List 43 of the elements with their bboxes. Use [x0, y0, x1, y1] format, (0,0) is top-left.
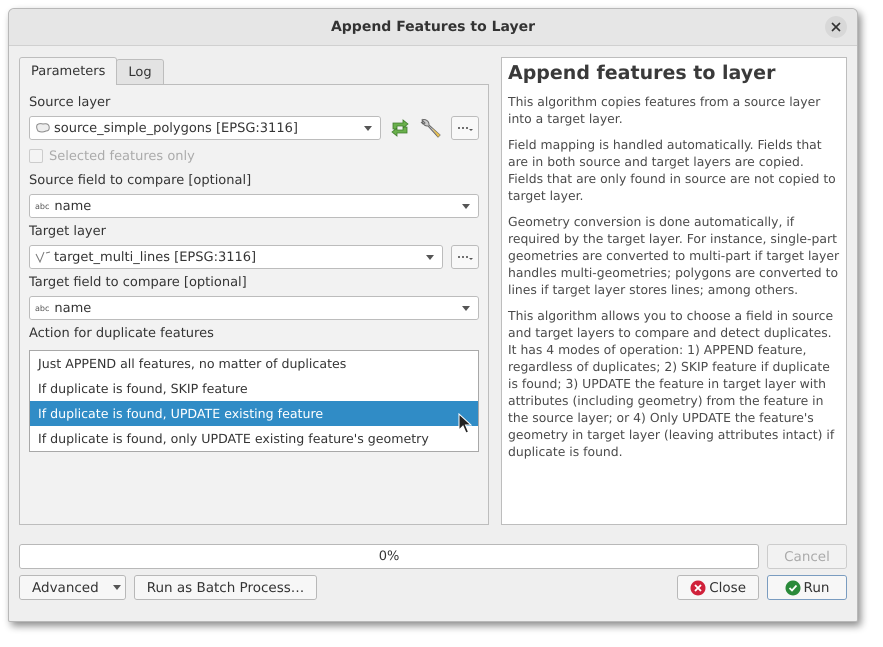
help-paragraph: Geometry conversion is done automatically, if required by the target layer. For instance, single-part geometries are converted to multi-part if target layer handles multi-geometries; polygons are converted to lines if target layer stores lines; among others. — [508, 213, 840, 298]
dropdown-option[interactable]: If duplicate is found, UPDATE existing feature — [30, 401, 478, 426]
caret-icon — [112, 585, 121, 590]
field-dropdown[interactable]: abc name — [29, 296, 479, 320]
caret-icon — [426, 254, 434, 260]
help-paragraph: This algorithm copies features from a source layer into a target layer. — [508, 93, 822, 127]
field-label: Source layer — [29, 94, 112, 112]
wrench-icon[interactable] — [419, 116, 443, 140]
field-label: Target layer — [29, 223, 107, 241]
close-icon — [831, 22, 841, 32]
ellipsis-icon — [456, 124, 474, 132]
iterate-icon[interactable] — [389, 118, 411, 138]
help-paragraph: This algorithm allows you to choose a field in source and target layers to compare and detect duplicates. It has 4 modes of operation: 1) APPEND feature, regardless of duplicates; 2) SKIP feature if duplicate is found; 3) UPDATE the feature in target layer with attributes (including geometry) from the feature in the source layer; or 4) Only UPDATE the feature's geometry in target layer (leaving attributes intact) if duplicate is found. — [508, 307, 836, 460]
caret-icon — [462, 204, 470, 208]
help-paragraph: Field mapping is handled automatically. Fields that are in both source and target layers are copied. Fields that are only found in source are not copied to target layer. — [508, 136, 837, 204]
caret-icon — [364, 126, 372, 130]
checkmark-icon — [784, 580, 801, 596]
batch-button[interactable]: Run as Batch Process… — [134, 575, 318, 600]
close-button[interactable]: Close — [677, 575, 759, 600]
progress-text: 0% — [378, 549, 400, 564]
dropdown-option[interactable]: If duplicate is found, only UPDATE existing feature's geometry — [30, 426, 478, 451]
checkbox-label: Selected features only — [49, 148, 195, 164]
field-label: Source field to compare [optional] — [29, 172, 252, 190]
close-icon — [690, 580, 706, 596]
layer-dropdown[interactable]: source_simple_polygons [EPSG:3116] — [29, 116, 381, 140]
ellipsis-icon — [456, 253, 474, 261]
tab[interactable]: Parameters — [19, 57, 118, 85]
mouse-pointer-icon — [458, 413, 472, 435]
dropdown-option[interactable]: If duplicate is found, SKIP feature — [30, 376, 478, 401]
field-label: Action for duplicate features — [29, 325, 215, 343]
dropdown-option[interactable]: Just APPEND all features, no matter of duplicates — [30, 351, 478, 376]
polygon-icon — [35, 122, 51, 134]
caret-icon — [462, 306, 470, 310]
field-dropdown[interactable]: abc name — [29, 194, 479, 218]
line-icon — [35, 251, 51, 263]
field-label: Target field to compare [optional] — [29, 274, 248, 292]
close-button[interactable] — [825, 16, 847, 38]
layer-dropdown[interactable]: target_multi_lines [EPSG:3116] — [29, 245, 443, 269]
help-title: Append features to layer — [508, 62, 776, 84]
window-title: Append Features to Layer — [330, 19, 536, 35]
run-button[interactable]: Run — [767, 575, 847, 600]
tab[interactable]: Log — [116, 59, 164, 84]
advanced-button[interactable]: Advanced — [19, 575, 126, 600]
